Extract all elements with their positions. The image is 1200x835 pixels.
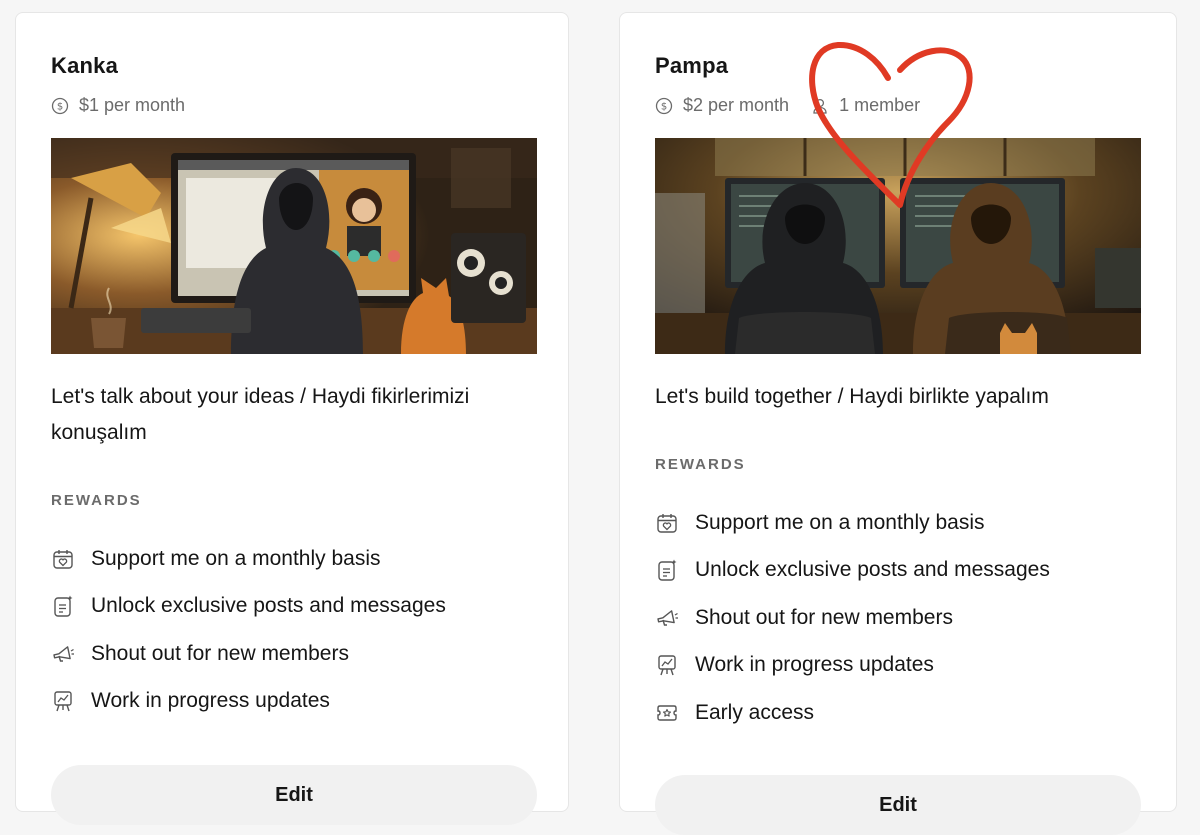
reward-item: Shout out for new members — [655, 594, 1050, 642]
edit-tier-button[interactable]: Edit — [51, 765, 537, 825]
tier-meta: $ $1 per month — [51, 95, 207, 116]
document-sparkle-icon — [51, 594, 91, 618]
reward-item: Unlock exclusive posts and messages — [655, 547, 1050, 595]
edit-tier-button[interactable]: Edit — [655, 775, 1141, 835]
megaphone-icon — [655, 606, 695, 630]
reward-item: Work in progress updates — [51, 678, 446, 726]
reward-label: Unlock exclusive posts and messages — [695, 558, 1050, 582]
rewards-heading: REWARDS — [655, 456, 746, 473]
tier-price: $2 per month — [683, 95, 790, 115]
reward-label: Work in progress updates — [695, 653, 934, 677]
two-hooded-figures-coding-illustration — [655, 138, 1141, 354]
easel-chart-icon — [655, 653, 695, 677]
rewards-list: Support me on a monthly basis Unlock exc… — [655, 499, 1050, 737]
reward-item: Support me on a monthly basis — [51, 535, 446, 583]
reward-item: Unlock exclusive posts and messages — [51, 583, 446, 631]
calendar-heart-icon — [655, 511, 695, 535]
tier-price: $1 per month — [79, 95, 186, 115]
document-sparkle-icon — [655, 558, 695, 582]
tier-cover-image — [655, 138, 1141, 354]
reward-label: Unlock exclusive posts and messages — [91, 594, 446, 618]
tier-title: Kanka — [51, 53, 119, 78]
megaphone-icon — [51, 642, 91, 666]
reward-label: Work in progress updates — [91, 689, 330, 713]
svg-text:$: $ — [661, 101, 667, 112]
reward-item: Early access — [655, 689, 1050, 737]
calendar-heart-icon — [51, 547, 91, 571]
reward-label: Support me on a monthly basis — [695, 510, 985, 534]
dollar-circle-icon: $ — [655, 97, 673, 114]
tier-description: Let's talk about your ideas / Haydi fiki… — [51, 385, 470, 444]
member-count: 1 member — [839, 95, 921, 115]
tier-meta: $ $2 per month 1 member — [655, 95, 942, 116]
rewards-heading: REWARDS — [51, 492, 142, 509]
hooded-figure-video-call-illustration — [51, 138, 537, 354]
tier-card-pampa: Pampa $ $2 per month 1 member Let's buil… — [619, 12, 1177, 835]
person-icon — [813, 98, 827, 114]
svg-text:$: $ — [57, 101, 63, 112]
reward-label: Early access — [695, 700, 815, 724]
easel-chart-icon — [51, 689, 91, 713]
reward-label: Support me on a monthly basis — [91, 546, 381, 570]
tier-description: Let's build together / Haydi birlikte ya… — [655, 385, 1049, 408]
tier-cover-image — [51, 138, 537, 354]
price-info: $ $2 per month — [655, 95, 789, 116]
reward-item: Support me on a monthly basis — [655, 499, 1050, 547]
reward-item: Work in progress updates — [655, 642, 1050, 690]
reward-label: Shout out for new members — [91, 641, 349, 665]
member-count-info: 1 member — [811, 95, 920, 116]
dollar-circle-icon: $ — [51, 97, 69, 114]
reward-item: Shout out for new members — [51, 630, 446, 678]
reward-label: Shout out for new members — [695, 605, 953, 629]
price-info: $ $1 per month — [51, 95, 185, 116]
rewards-list: Support me on a monthly basis Unlock exc… — [51, 535, 446, 725]
tier-card-kanka: Kanka $ $1 per month Let's talk about yo… — [15, 12, 569, 825]
ticket-star-icon — [655, 701, 695, 725]
tier-title: Pampa — [655, 53, 729, 78]
